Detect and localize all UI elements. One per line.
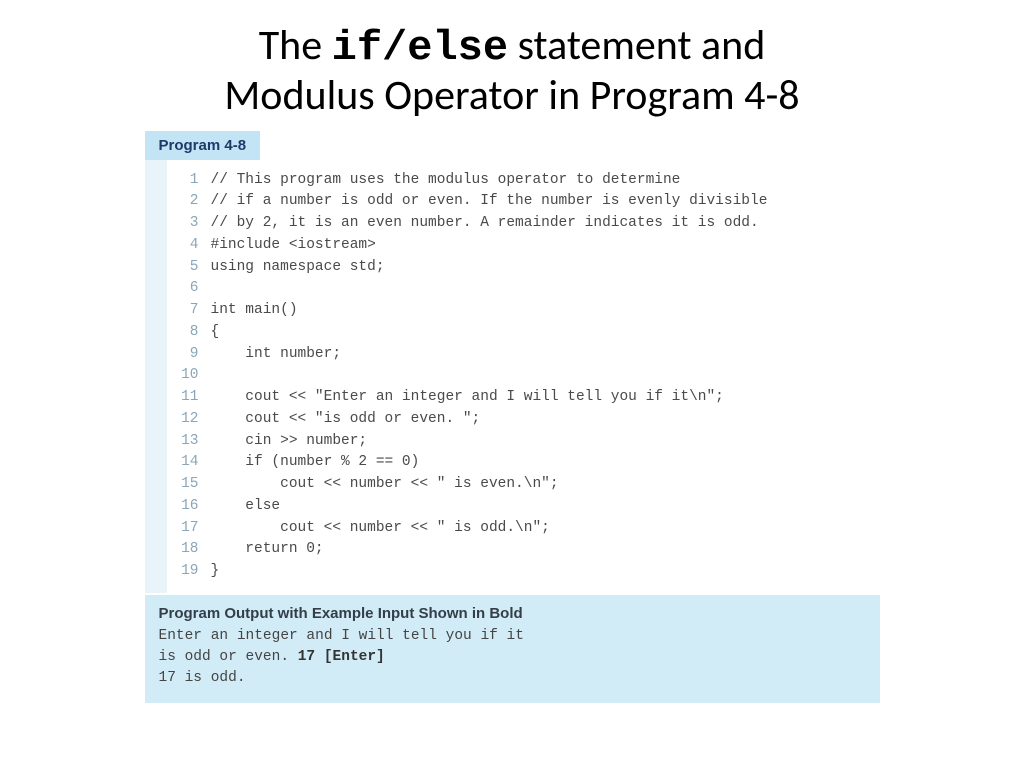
line-number: 11 bbox=[175, 387, 199, 409]
line-number: 4 bbox=[175, 235, 199, 257]
code-line: 9 int number; bbox=[175, 344, 880, 366]
code-line: 1 // This program uses the modulus operat… bbox=[175, 170, 880, 192]
line-number: 18 bbox=[175, 539, 199, 561]
code-line: 15 cout << number << " is even.\n"; bbox=[175, 474, 880, 496]
line-number: 3 bbox=[175, 213, 199, 235]
code-line: 19} bbox=[175, 561, 880, 583]
line-number: 9 bbox=[175, 344, 199, 366]
code-text: int main() bbox=[211, 302, 298, 318]
code-line: 6 bbox=[175, 278, 880, 300]
code-text: cin >> number; bbox=[211, 433, 368, 449]
title-part1: The bbox=[259, 20, 332, 71]
code-text: else bbox=[211, 498, 281, 514]
code-line: 10 bbox=[175, 365, 880, 387]
line-number: 13 bbox=[175, 431, 199, 453]
title-line2: Modulus Operator in Program 4-8 bbox=[224, 70, 799, 121]
code-line: 17 cout << number << " is odd.\n"; bbox=[175, 518, 880, 540]
line-number: 16 bbox=[175, 496, 199, 518]
slide: The if/else statement and Modulus Operat… bbox=[0, 0, 1024, 768]
line-number: 7 bbox=[175, 300, 199, 322]
code-text: int number; bbox=[211, 346, 342, 362]
output-line-1: Enter an integer and I will tell you if … bbox=[159, 626, 866, 647]
line-number: 19 bbox=[175, 561, 199, 583]
code-line: 13 cin >> number; bbox=[175, 431, 880, 453]
output-block: Program Output with Example Input Shown … bbox=[145, 595, 880, 703]
code-line: 5 using namespace std; bbox=[175, 257, 880, 279]
program-tab: Program 4-8 bbox=[145, 131, 261, 160]
title-mono: if/else bbox=[332, 24, 508, 72]
code-line: 16 else bbox=[175, 496, 880, 518]
title-part2: statement and bbox=[508, 20, 765, 71]
code-text: cout << "is odd or even. "; bbox=[211, 411, 481, 427]
code-text: cout << "Enter an integer and I will tel… bbox=[211, 389, 724, 405]
code-text: using namespace std; bbox=[211, 259, 385, 275]
line-number: 2 bbox=[175, 191, 199, 213]
code-text: return 0; bbox=[211, 541, 324, 557]
code-line: 3 // by 2, it is an even number. A remain… bbox=[175, 213, 880, 235]
line-number: 10 bbox=[175, 365, 199, 387]
output-heading: Program Output with Example Input Shown … bbox=[159, 605, 866, 622]
code-text: // if a number is odd or even. If the nu… bbox=[211, 193, 768, 209]
code-line: 7 int main() bbox=[175, 300, 880, 322]
code-text: } bbox=[211, 563, 220, 579]
code-block: 1 // This program uses the modulus operat… bbox=[145, 160, 880, 593]
code-text: #include <iostream> bbox=[211, 237, 376, 253]
output-line-2: is odd or even. 17 [Enter] bbox=[159, 647, 866, 668]
code-line: 8{ bbox=[175, 322, 880, 344]
output-line-2b: 17 [Enter] bbox=[298, 649, 385, 665]
line-number: 8 bbox=[175, 322, 199, 344]
code-line: 4 #include <iostream> bbox=[175, 235, 880, 257]
line-number: 14 bbox=[175, 452, 199, 474]
code-text: cout << number << " is even.\n"; bbox=[211, 476, 559, 492]
line-number: 17 bbox=[175, 518, 199, 540]
code-line: 12 cout << "is odd or even. "; bbox=[175, 409, 880, 431]
line-number: 6 bbox=[175, 278, 199, 300]
code-line: 18 return 0; bbox=[175, 539, 880, 561]
code-line: 14 if (number % 2 == 0) bbox=[175, 452, 880, 474]
line-number: 15 bbox=[175, 474, 199, 496]
output-line-2a: is odd or even. bbox=[159, 649, 298, 665]
slide-title: The if/else statement and Modulus Operat… bbox=[0, 0, 1024, 131]
listing-container: Program 4-8 1 // This program uses the mo… bbox=[145, 131, 880, 703]
line-number: 5 bbox=[175, 257, 199, 279]
code-line: 11 cout << "Enter an integer and I will … bbox=[175, 387, 880, 409]
line-number: 12 bbox=[175, 409, 199, 431]
code-text: if (number % 2 == 0) bbox=[211, 454, 420, 470]
code-line: 2 // if a number is odd or even. If the n… bbox=[175, 191, 880, 213]
code-text: cout << number << " is odd.\n"; bbox=[211, 520, 550, 536]
code-text: // This program uses the modulus operato… bbox=[211, 172, 681, 188]
code-text: { bbox=[211, 324, 220, 340]
output-line-3: 17 is odd. bbox=[159, 668, 866, 689]
code-text: // by 2, it is an even number. A remaind… bbox=[211, 215, 759, 231]
line-number: 1 bbox=[175, 170, 199, 192]
